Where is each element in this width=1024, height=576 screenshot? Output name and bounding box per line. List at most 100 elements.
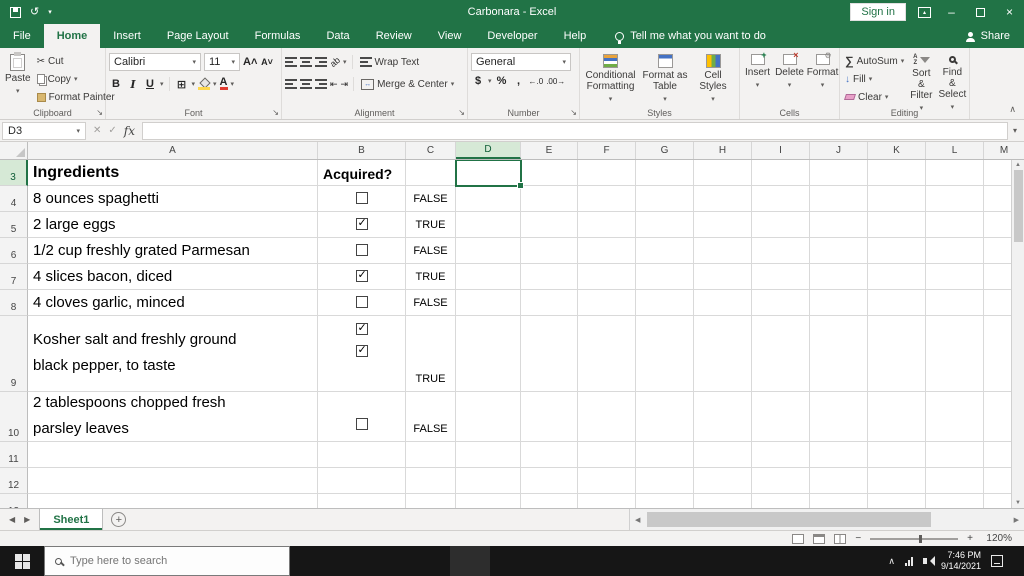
cell-H3[interactable]	[694, 160, 752, 186]
delete-cells-button[interactable]: × Delete ▾	[774, 51, 805, 94]
cell-D12[interactable]	[456, 468, 521, 494]
find-select-button[interactable]: Find & Select ▾	[936, 51, 968, 116]
cell-A9[interactable]: Kosher salt and freshly ground black pep…	[28, 316, 318, 392]
column-header-J[interactable]: J	[810, 142, 868, 159]
horizontal-scroll-thumb[interactable]	[647, 512, 931, 527]
font-color-icon[interactable]: A	[219, 77, 228, 90]
cell-L8[interactable]	[926, 290, 984, 316]
sheet-tab-sheet1[interactable]: Sheet1	[39, 509, 104, 530]
cell-J3[interactable]	[810, 160, 868, 186]
decrease-font-icon[interactable]: A˅	[260, 57, 274, 67]
close-button[interactable]: ×	[995, 0, 1024, 24]
cell-H9[interactable]	[694, 316, 752, 392]
cell-F4[interactable]	[578, 186, 636, 212]
column-header-A[interactable]: A	[28, 142, 318, 159]
column-header-M[interactable]: M	[984, 142, 1024, 159]
name-box[interactable]: D3 ▾	[2, 121, 86, 140]
cell-H7[interactable]	[694, 264, 752, 290]
align-center-icon[interactable]	[300, 79, 312, 89]
cell-I5[interactable]	[752, 212, 810, 238]
cell-E11[interactable]	[521, 442, 578, 468]
cell-I6[interactable]	[752, 238, 810, 264]
cell-F9[interactable]	[578, 316, 636, 392]
cell-B7[interactable]	[318, 264, 406, 290]
align-left-icon[interactable]	[285, 79, 297, 89]
cell-A12[interactable]	[28, 468, 318, 494]
cell-I3[interactable]	[752, 160, 810, 186]
cell-J4[interactable]	[810, 186, 868, 212]
cell-E6[interactable]	[521, 238, 578, 264]
zoom-in-icon[interactable]: +	[967, 533, 973, 544]
search-input[interactable]	[70, 555, 279, 567]
paste-button[interactable]: Paste ▾	[3, 51, 33, 100]
cell-L11[interactable]	[926, 442, 984, 468]
column-header-F[interactable]: F	[578, 142, 636, 159]
row-header-10[interactable]: 10	[0, 392, 28, 442]
cell-C9[interactable]: TRUE	[406, 316, 456, 392]
conditional-formatting-button[interactable]: Conditional Formatting ▾	[583, 51, 638, 108]
row-header-12[interactable]: 12	[0, 468, 28, 494]
cell-B10[interactable]	[318, 392, 406, 442]
minimize-button[interactable]: –	[937, 0, 966, 24]
checkbox-B10[interactable]	[355, 418, 368, 430]
cell-H12[interactable]	[694, 468, 752, 494]
cell-E5[interactable]	[521, 212, 578, 238]
insert-function-icon[interactable]: fx	[124, 124, 135, 138]
format-painter-button[interactable]: Format Painter	[35, 89, 117, 105]
row-header-9[interactable]: 9	[0, 316, 28, 392]
cell-I9[interactable]	[752, 316, 810, 392]
checkbox-B5[interactable]	[355, 217, 368, 230]
align-middle-icon[interactable]	[300, 57, 312, 67]
confirm-entry-icon[interactable]: ✓	[108, 125, 116, 136]
italic-button[interactable]: I	[126, 78, 140, 91]
vertical-scroll-thumb[interactable]	[1013, 170, 1023, 242]
selected-cell-D3[interactable]	[455, 160, 524, 189]
cell-D7[interactable]	[456, 264, 521, 290]
clipboard-dialog-launcher[interactable]: ↘	[96, 109, 103, 117]
cell-B13[interactable]	[318, 494, 406, 508]
cell-J11[interactable]	[810, 442, 868, 468]
column-header-H[interactable]: H	[694, 142, 752, 159]
orientation-icon[interactable]: ab	[328, 55, 342, 69]
insert-cells-button[interactable]: + Insert ▾	[743, 51, 772, 94]
page-layout-view-icon[interactable]	[813, 533, 826, 544]
file-explorer-button[interactable]	[370, 546, 410, 576]
taskbar-search[interactable]	[44, 546, 290, 576]
cell-D9[interactable]	[456, 316, 521, 392]
wrap-text-button[interactable]: Wrap Text	[358, 54, 422, 70]
share-button[interactable]: Share	[952, 24, 1024, 48]
cortana-button[interactable]	[290, 546, 330, 576]
sheet-nav-left-icon[interactable]: ◀	[9, 515, 15, 524]
ribbon-tab-page-layout[interactable]: Page Layout	[154, 24, 242, 48]
cell-K6[interactable]	[868, 238, 926, 264]
checkbox-B6[interactable]	[355, 243, 368, 256]
excel-taskbar-button[interactable]: X	[450, 546, 490, 576]
cell-L4[interactable]	[926, 186, 984, 212]
horizontal-scrollbar[interactable]: ◀ ▶	[629, 509, 1024, 530]
cell-I11[interactable]	[752, 442, 810, 468]
cell-B8[interactable]	[318, 290, 406, 316]
action-center-icon[interactable]	[991, 555, 1003, 567]
decrease-indent-icon[interactable]: ⇤	[330, 79, 338, 90]
column-header-G[interactable]: G	[636, 142, 694, 159]
cell-L10[interactable]	[926, 392, 984, 442]
cell-H11[interactable]	[694, 442, 752, 468]
ribbon-tab-formulas[interactable]: Formulas	[242, 24, 314, 48]
percent-icon[interactable]: %	[495, 75, 509, 87]
cell-H10[interactable]	[694, 392, 752, 442]
column-header-K[interactable]: K	[868, 142, 926, 159]
number-dialog-launcher[interactable]: ↘	[570, 109, 577, 117]
comma-style-icon[interactable]: ,	[512, 75, 526, 87]
ribbon-tab-view[interactable]: View	[425, 24, 475, 48]
new-sheet-button[interactable]: +	[111, 512, 127, 527]
cell-A10[interactable]: 2 tablespoons chopped fresh parsley leav…	[28, 392, 318, 442]
cell-A5[interactable]: 2 large eggs	[28, 212, 318, 238]
normal-view-icon[interactable]	[792, 533, 805, 544]
checkbox-B4[interactable]	[355, 191, 368, 204]
network-icon[interactable]	[904, 556, 913, 566]
cell-A7[interactable]: 4 slices bacon, diced	[28, 264, 318, 290]
cell-G13[interactable]	[636, 494, 694, 508]
cell-H13[interactable]	[694, 494, 752, 508]
currency-icon[interactable]: $	[471, 75, 485, 87]
start-button[interactable]	[0, 546, 44, 576]
